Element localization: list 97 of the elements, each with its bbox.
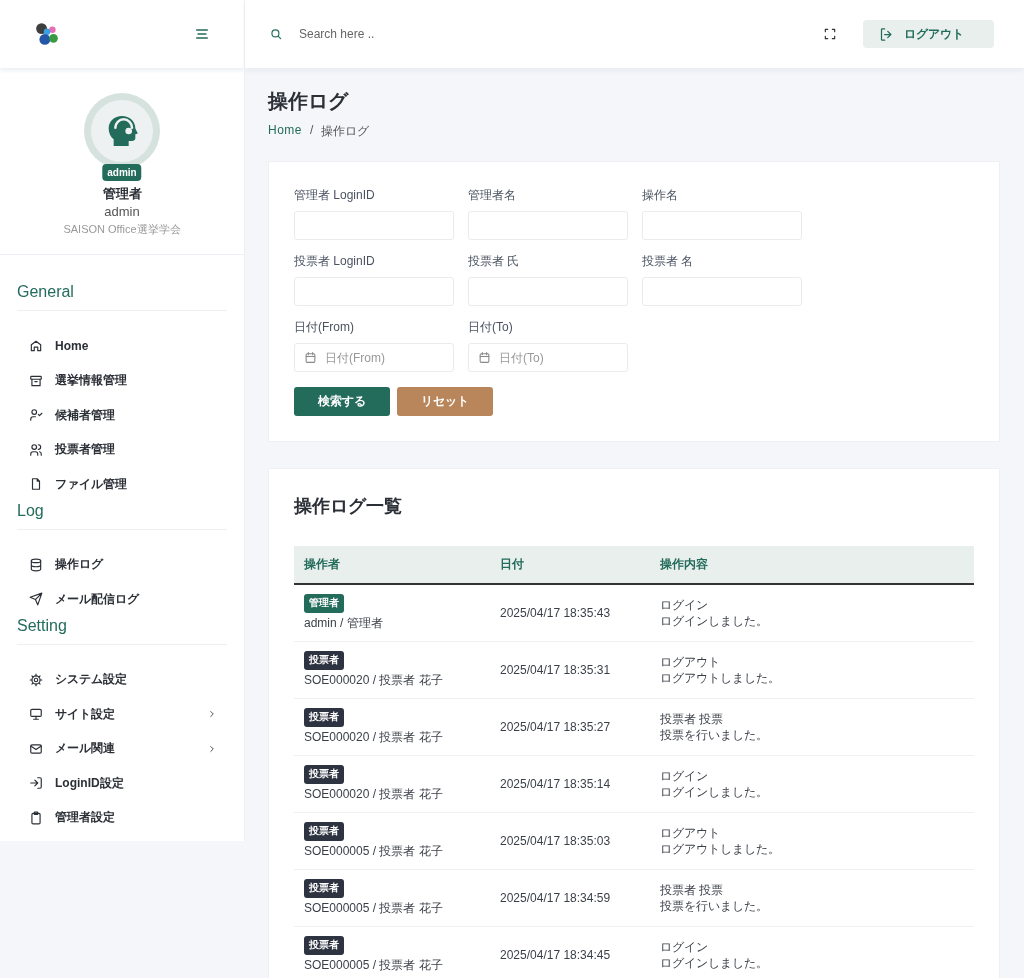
- mail-icon: [29, 741, 43, 756]
- operator-name: admin / 管理者: [304, 615, 384, 632]
- field-label: 操作名: [642, 187, 679, 204]
- column-header: 日付: [490, 546, 650, 584]
- fullscreen-icon[interactable]: [823, 27, 837, 41]
- archive-icon: [29, 373, 43, 388]
- logout-button[interactable]: ログアウト: [863, 20, 994, 48]
- action-detail: ログインしました。: [660, 783, 769, 800]
- column-header: 操作内容: [650, 546, 974, 584]
- action-detail: ログアウトしました。: [660, 840, 781, 857]
- file-icon: [29, 477, 43, 492]
- table-cell: 2025/04/17 18:34:45: [490, 926, 650, 978]
- users-icon: [29, 442, 43, 457]
- menu-button[interactable]: [194, 26, 210, 42]
- field-label: 日付(From): [294, 319, 355, 336]
- section-heading: Setting: [17, 616, 227, 645]
- action-detail: ログアウトしました。: [660, 669, 781, 686]
- action-name: ログイン: [660, 596, 709, 613]
- role-badge: 投票者: [304, 651, 344, 670]
- role-badge: 投票者: [304, 936, 344, 955]
- database-icon: [29, 557, 43, 572]
- operator-name: SOE000005 / 投票者 花子: [304, 900, 444, 916]
- role-badge: 投票者: [304, 822, 344, 841]
- field-label: 日付(To): [468, 319, 514, 336]
- role-badge: 投票者: [304, 708, 344, 727]
- sidebar-item[interactable]: 投票者管理: [17, 432, 227, 467]
- clipboard-icon: [29, 810, 43, 825]
- action-name: ログイン: [660, 767, 709, 784]
- section-heading: Log: [17, 501, 227, 530]
- action-name: 投票者 投票: [660, 881, 725, 898]
- action-detail: ログインしました。: [660, 612, 769, 629]
- sidebar-item[interactable]: メール関連: [17, 731, 227, 766]
- user-login: admin: [104, 204, 140, 219]
- sidebar-item[interactable]: ファイル管理: [17, 467, 227, 502]
- sidebar-item[interactable]: システム設定: [17, 662, 227, 697]
- logout-icon: [879, 26, 894, 42]
- breadcrumb-separator: /: [310, 123, 314, 139]
- calendar-icon: [478, 351, 491, 364]
- breadcrumb-current: 操作ログ: [321, 123, 370, 140]
- organization-name: SAISON Office選挙学会: [63, 222, 181, 237]
- table-cell: 2025/04/17 18:35:14: [490, 755, 650, 812]
- breadcrumb-link[interactable]: Home: [268, 123, 302, 140]
- sidebar-item[interactable]: Home: [17, 329, 227, 364]
- field-label: 管理者名: [468, 187, 517, 204]
- operator-name: SOE000005 / 投票者 花子: [304, 957, 444, 973]
- field-label: 投票者 氏: [468, 253, 521, 270]
- table-cell: 2025/04/17 18:35:27: [490, 698, 650, 755]
- field-label: 投票者 LoginID: [294, 253, 376, 270]
- operator-name: SOE000020 / 投票者 花子: [304, 672, 444, 688]
- user-check-icon: [29, 408, 43, 423]
- date-field[interactable]: 日付(To): [468, 343, 628, 372]
- action-name: ログイン: [660, 938, 709, 955]
- table-cell: 2025/04/17 18:34:59: [490, 869, 650, 926]
- action-name: 投票者 投票: [660, 710, 725, 727]
- role-badge: 管理者: [304, 594, 344, 614]
- sidebar-item[interactable]: 候補者管理: [17, 398, 227, 433]
- login-icon: [29, 776, 43, 791]
- field-label: 投票者 名: [642, 253, 695, 270]
- operator-name: SOE000005 / 投票者 花子: [304, 843, 444, 859]
- sidebar-item[interactable]: LoginID設定: [17, 766, 227, 801]
- sidebar-item[interactable]: 管理者設定: [17, 800, 227, 835]
- calendar-icon: [304, 351, 317, 364]
- monitor-icon: [29, 707, 43, 722]
- chevron-right-icon: [207, 709, 217, 720]
- sidebar-item[interactable]: 操作ログ: [17, 547, 227, 582]
- sidebar-item[interactable]: メール配信ログ: [17, 582, 227, 617]
- field-label: 管理者 LoginID: [294, 187, 376, 204]
- logo-icon: [34, 21, 60, 47]
- search-icon: [269, 27, 283, 41]
- user-name: 管理者: [102, 185, 142, 203]
- date-field[interactable]: 日付(From): [294, 343, 454, 372]
- menu-icon: [194, 26, 210, 42]
- table-cell: 2025/04/17 18:35:03: [490, 812, 650, 869]
- chevron-right-icon: [207, 743, 217, 754]
- page-title: 操作ログ: [268, 89, 350, 114]
- column-header: 操作者: [294, 546, 490, 584]
- section-heading: General: [17, 283, 227, 311]
- operator-name: SOE000020 / 投票者 花子: [304, 786, 444, 802]
- home-icon: [29, 339, 43, 354]
- action-name: ログアウト: [660, 653, 721, 670]
- role-badge: 投票者: [304, 879, 344, 898]
- role-badge: admin: [102, 164, 142, 181]
- section-title: 操作ログ一覧: [294, 495, 403, 518]
- action-detail: ログインしました。: [660, 954, 769, 971]
- table-cell: 2025/04/17 18:35:31: [490, 641, 650, 698]
- operator-name: SOE000020 / 投票者 花子: [304, 729, 444, 745]
- action-detail: 投票を行いました。: [660, 726, 769, 743]
- send-icon: [29, 592, 43, 607]
- settings-icon: [29, 672, 43, 687]
- sidebar-item[interactable]: サイト設定: [17, 697, 227, 732]
- action-name: ログアウト: [660, 824, 721, 841]
- role-badge: 投票者: [304, 765, 344, 784]
- search-button[interactable]: 検索する: [294, 387, 390, 416]
- sidebar-item[interactable]: 選挙情報管理: [17, 363, 227, 398]
- table-cell: 2025/04/17 18:35:43: [490, 584, 650, 641]
- action-detail: 投票を行いました。: [660, 897, 769, 914]
- search-field[interactable]: Search here ..: [297, 26, 521, 42]
